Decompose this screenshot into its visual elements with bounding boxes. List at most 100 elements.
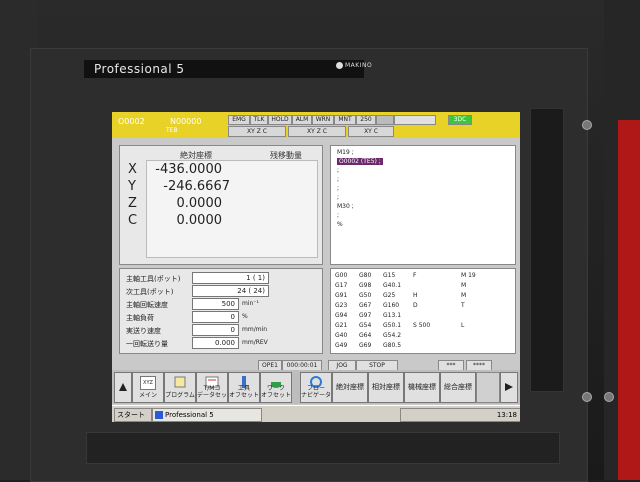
gcode-cell: G13.1 bbox=[383, 312, 402, 319]
info-unit: min⁻¹ bbox=[242, 300, 259, 307]
program-line: ; bbox=[337, 167, 340, 174]
gcode-cell: H bbox=[413, 292, 418, 299]
program-line-current: O0002 (TE5) ; bbox=[337, 158, 383, 165]
status-3dc: 3DC bbox=[448, 115, 472, 125]
program-tag: TEB bbox=[166, 127, 178, 134]
info-unit: mm/min bbox=[242, 326, 268, 333]
gcode-cell: G50 bbox=[359, 292, 372, 299]
info-value: 0 bbox=[192, 324, 239, 336]
gcode-cell: M bbox=[461, 282, 467, 289]
gcode-cell: G40 bbox=[335, 332, 348, 339]
gcode-cell: G00 bbox=[335, 272, 348, 279]
gcode-cell: F bbox=[413, 272, 417, 279]
axis-x-value: -436.0000 bbox=[155, 162, 222, 177]
gcode-cell: G54 bbox=[359, 322, 372, 329]
softkey-bar: XYZ メイン プログラム T/Mコ データセット 工具 オフセット ワーク オ… bbox=[112, 370, 520, 404]
softkey-tool-offset[interactable]: 工具 オフセット bbox=[228, 372, 260, 403]
info-unit: % bbox=[242, 313, 248, 320]
softkey-flow-navigator[interactable]: フロー ナビゲータ bbox=[300, 372, 332, 403]
info-label: 実送り速度 bbox=[126, 327, 161, 335]
gcode-cell: G23 bbox=[335, 302, 348, 309]
maker-label: MAKINO bbox=[345, 62, 373, 69]
softkey-prev-button[interactable] bbox=[114, 372, 132, 403]
status-hold: HOLD bbox=[268, 115, 292, 125]
softkey-main[interactable]: XYZ メイン bbox=[132, 372, 164, 403]
gcode-cell: L bbox=[461, 322, 465, 329]
softkey-next-button[interactable] bbox=[500, 372, 518, 403]
gcode-cell: G64 bbox=[359, 332, 372, 339]
axis-y-value: -246.6667 bbox=[163, 179, 230, 194]
softkey-total-coord[interactable]: 総合座標 bbox=[440, 372, 476, 403]
softkey-program[interactable]: プログラム bbox=[164, 372, 196, 403]
gcode-cell: G40.1 bbox=[383, 282, 402, 289]
info-value: 1 ( 1) bbox=[192, 272, 269, 284]
gcode-cell: G67 bbox=[359, 302, 372, 309]
triangle-up-icon bbox=[119, 383, 127, 391]
triangle-right-icon bbox=[505, 383, 513, 391]
gcode-cell: D bbox=[413, 302, 418, 309]
gcode-cell: G25 bbox=[383, 292, 396, 299]
cnc-screen: O0002 N00000 TEB EMG TLK HOLD ALM WRN MN… bbox=[112, 112, 520, 422]
screw-icon bbox=[582, 120, 592, 130]
program-line: ; bbox=[337, 176, 340, 183]
screw-icon bbox=[604, 392, 614, 402]
softkey-rel-coord[interactable]: 相対座標 bbox=[368, 372, 404, 403]
info-value: 0.000 bbox=[192, 337, 239, 349]
gcode-cell: M bbox=[461, 292, 467, 299]
gcode-cell: G91 bbox=[335, 292, 348, 299]
gcode-cell: G80 bbox=[359, 272, 372, 279]
taskbar-app-professional5[interactable]: Professional 5 bbox=[152, 408, 262, 422]
windows-taskbar: スタート Professional 5 13:18 bbox=[112, 405, 520, 422]
app-icon bbox=[155, 411, 163, 419]
softkey-work-offset[interactable]: ワーク オフセット bbox=[260, 372, 292, 403]
gcode-cell: G97 bbox=[359, 312, 372, 319]
program-line: M30 ; bbox=[337, 203, 354, 210]
coordinate-panel: 絶対座標 残移動量 X -436.0000 Y -246.6667 Z 0.00… bbox=[119, 145, 323, 265]
gcode-cell: M 19 bbox=[461, 272, 476, 279]
sequence-number: N00000 bbox=[170, 117, 202, 126]
gcode-cell: G54.2 bbox=[383, 332, 402, 339]
gcode-cell: G80.5 bbox=[383, 342, 402, 349]
status-250: 250 bbox=[356, 115, 376, 125]
program-listing[interactable]: M19 ; O0002 (TE5) ; ; ; ; ; M30 ; ; % bbox=[330, 145, 516, 265]
status-tlk: TLK bbox=[250, 115, 268, 125]
info-value: 500 bbox=[192, 298, 239, 310]
info-unit: mm/REV bbox=[242, 339, 268, 346]
info-value: 0 bbox=[192, 311, 239, 323]
gcode-cell: G49 bbox=[335, 342, 348, 349]
axis-z-value: 0.0000 bbox=[176, 196, 223, 211]
program-icon bbox=[174, 376, 186, 388]
brand-label: Professional 5 bbox=[84, 60, 364, 78]
softkey-tool-data[interactable]: T/Mコ データセット bbox=[196, 372, 233, 403]
machine-red-panel bbox=[618, 120, 640, 480]
info-value: 24 ( 24) bbox=[192, 285, 269, 297]
info-label: 一回転送り量 bbox=[126, 340, 168, 348]
softkey-abs-coord[interactable]: 絶対座標 bbox=[332, 372, 368, 403]
status-blank bbox=[376, 115, 394, 125]
axis-c-value: 0.0000 bbox=[176, 213, 223, 228]
modal-gcode-panel: G00 G80 G15 F M 19 G17 G98 G40.1 M G91 G50 G25 H M G23… bbox=[330, 268, 516, 354]
xyz-icon: XYZ bbox=[140, 376, 156, 390]
program-number: O0002 bbox=[118, 117, 145, 126]
start-button[interactable]: スタート bbox=[114, 408, 152, 422]
softkey-empty[interactable] bbox=[476, 372, 500, 403]
program-line: ; bbox=[337, 194, 340, 201]
info-label: 次工具(ポット) bbox=[126, 288, 174, 296]
lower-slot bbox=[86, 432, 560, 464]
side-control-panel bbox=[530, 108, 564, 392]
gcode-cell: G94 bbox=[335, 312, 348, 319]
info-label: 主軸負荷 bbox=[126, 314, 154, 322]
axes-group: XY Z C bbox=[288, 126, 346, 137]
program-line: % bbox=[337, 221, 343, 228]
gcode-cell: G98 bbox=[359, 282, 372, 289]
gcode-cell: G160 bbox=[383, 302, 400, 309]
status-mnt: MNT bbox=[334, 115, 356, 125]
gcode-cell: G15 bbox=[383, 272, 396, 279]
gcode-cell: G69 bbox=[359, 342, 372, 349]
gcode-cell: S 500 bbox=[413, 322, 431, 329]
axes-group: XY Z C bbox=[228, 126, 286, 137]
softkey-mach-coord[interactable]: 機械座標 bbox=[404, 372, 440, 403]
screw-icon bbox=[582, 392, 592, 402]
system-tray-clock: 13:18 bbox=[400, 408, 520, 422]
status-alm: ALM bbox=[292, 115, 312, 125]
